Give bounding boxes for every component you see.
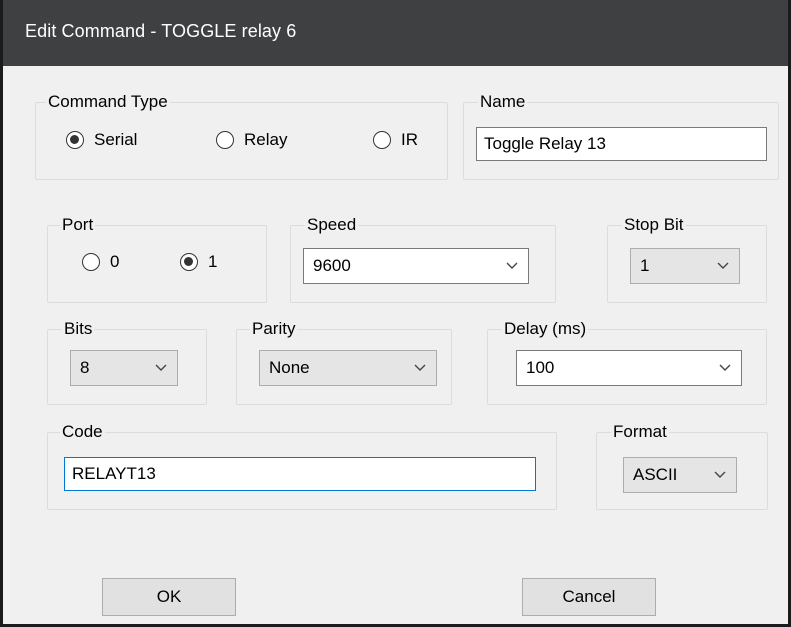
stop-bit-select-value: 1: [640, 256, 650, 275]
radio-port-1-dot[interactable]: [180, 253, 198, 271]
format-select[interactable]: ASCII: [623, 457, 737, 493]
name-input[interactable]: Toggle Relay 13: [476, 127, 767, 161]
command-type-group: Command Type Serial Relay IR: [35, 91, 448, 180]
radio-port-0-label: 0: [110, 252, 120, 271]
chevron-down-icon: [414, 364, 426, 371]
radio-ir-label: IR: [401, 130, 418, 149]
radio-port-1-label: 1: [208, 252, 218, 271]
radio-relay-dot[interactable]: [216, 131, 234, 149]
parity-group: Parity None: [236, 318, 452, 405]
radio-ir[interactable]: IR: [373, 130, 418, 150]
radio-serial-label: Serial: [94, 130, 138, 149]
speed-legend: Speed: [305, 214, 359, 236]
radio-port-0-dot[interactable]: [82, 253, 100, 271]
radio-port-0[interactable]: 0: [82, 252, 119, 272]
stop-bit-group: Stop Bit 1: [607, 214, 767, 303]
code-input[interactable]: RELAYT13: [64, 457, 536, 491]
bits-legend: Bits: [62, 318, 95, 340]
bits-select-value: 8: [80, 358, 90, 377]
chevron-down-icon: [719, 364, 731, 371]
ok-button[interactable]: OK: [102, 578, 236, 616]
stop-bit-select[interactable]: 1: [630, 248, 740, 284]
title-bar[interactable]: Edit Command - TOGGLE relay 6: [3, 0, 788, 66]
speed-select-value: 9600: [313, 256, 351, 275]
code-legend: Code: [60, 421, 105, 443]
delay-legend: Delay (ms): [502, 318, 589, 340]
speed-group: Speed 9600: [290, 214, 556, 303]
radio-port-1[interactable]: 1: [180, 252, 217, 272]
name-group: Name Toggle Relay 13: [463, 91, 779, 180]
format-legend: Format: [611, 421, 669, 443]
command-type-legend: Command Type: [46, 91, 170, 113]
code-group: Code RELAYT13: [47, 421, 557, 510]
chevron-down-icon: [506, 262, 518, 269]
stop-bit-legend: Stop Bit: [622, 214, 686, 236]
parity-select[interactable]: None: [259, 350, 437, 386]
radio-ir-dot[interactable]: [373, 131, 391, 149]
name-legend: Name: [478, 91, 528, 113]
chevron-down-icon: [155, 364, 167, 371]
radio-serial-dot[interactable]: [66, 131, 84, 149]
port-legend: Port: [60, 214, 96, 236]
parity-select-value: None: [269, 358, 310, 377]
port-group: Port 0 1: [47, 214, 267, 303]
radio-serial[interactable]: Serial: [66, 130, 137, 150]
chevron-down-icon: [714, 471, 726, 478]
format-group: Format ASCII: [596, 421, 768, 510]
cancel-button[interactable]: Cancel: [522, 578, 656, 616]
radio-relay[interactable]: Relay: [216, 130, 287, 150]
bits-select[interactable]: 8: [70, 350, 178, 386]
delay-select[interactable]: 100: [516, 350, 742, 386]
chevron-down-icon: [717, 262, 729, 269]
bits-group: Bits 8: [47, 318, 207, 405]
delay-group: Delay (ms) 100: [487, 318, 767, 405]
speed-select[interactable]: 9600: [303, 248, 529, 284]
parity-legend: Parity: [250, 318, 298, 340]
radio-relay-label: Relay: [244, 130, 288, 149]
format-select-value: ASCII: [633, 465, 678, 484]
window-title: Edit Command - TOGGLE relay 6: [25, 21, 297, 41]
delay-select-value: 100: [526, 358, 555, 377]
edit-command-dialog: Edit Command - TOGGLE relay 6 Command Ty…: [0, 0, 791, 627]
